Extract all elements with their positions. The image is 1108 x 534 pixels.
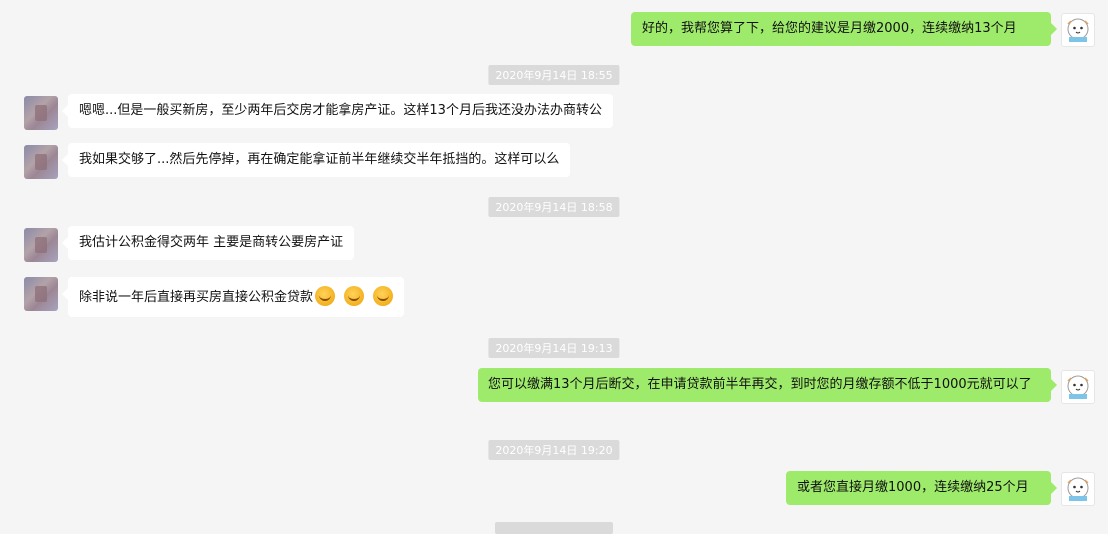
timestamp: 2020年9月14日 19:13 (488, 338, 620, 358)
message-text: 或者您直接月缴1000，连续缴纳25个月 (797, 480, 1029, 495)
contact-avatar[interactable] (24, 96, 58, 130)
message-bubble-sent[interactable]: 您可以缴满13个月后断交，在申请贷款前半年再交，到时您的月缴存额不低于1000元… (478, 368, 1057, 402)
my-avatar[interactable] (1061, 370, 1095, 404)
cartoon-avatar-icon (1067, 18, 1089, 42)
facepalm-laugh-emoji (344, 286, 365, 306)
timestamp: 2020年9月14日 18:55 (488, 65, 620, 85)
message-text: 好的，我帮您算了下，给您的建议是月缴2000，连续缴纳13个月 (642, 21, 1017, 36)
timestamp-partial (495, 522, 613, 534)
facepalm-laugh-emoji (315, 286, 336, 306)
contact-avatar[interactable] (24, 277, 58, 311)
message-bubble-sent[interactable]: 或者您直接月缴1000，连续缴纳25个月 (786, 471, 1057, 505)
cartoon-avatar-icon (1067, 375, 1089, 399)
message-text: 我如果交够了...然后先停掉，再在确定能拿证前半年继续交半年抵挡的。这样可以么 (79, 152, 560, 167)
contact-avatar[interactable] (24, 145, 58, 179)
message-bubble-received[interactable]: 我估计公积金得交两年 主要是商转公要房产证 (61, 226, 355, 260)
cartoon-avatar-icon (1067, 477, 1089, 501)
chat-message-area[interactable]: 好的，我帮您算了下，给您的建议是月缴2000，连续缴纳13个月 2020年9月1… (0, 0, 1108, 534)
timestamp: 2020年9月14日 18:58 (488, 197, 620, 217)
my-avatar[interactable] (1061, 13, 1095, 47)
message-text: 您可以缴满13个月后断交，在申请贷款前半年再交，到时您的月缴存额不低于1000元… (488, 377, 1032, 392)
facepalm-laugh-emoji (373, 286, 394, 306)
contact-avatar[interactable] (24, 228, 58, 262)
timestamp: 2020年9月14日 19:20 (488, 440, 620, 460)
message-text: 嗯嗯...但是一般买新房，至少两年后交房才能拿房产证。这样13个月后我还没办法办… (79, 103, 602, 118)
message-bubble-sent[interactable]: 好的，我帮您算了下，给您的建议是月缴2000，连续缴纳13个月 (631, 12, 1057, 46)
message-bubble-received[interactable]: 除非说一年后直接再买房直接公积金贷款 (61, 277, 405, 317)
message-bubble-received[interactable]: 嗯嗯...但是一般买新房，至少两年后交房才能拿房产证。这样13个月后我还没办法办… (62, 94, 613, 128)
message-text: 我估计公积金得交两年 主要是商转公要房产证 (79, 235, 344, 250)
my-avatar[interactable] (1061, 472, 1095, 506)
message-bubble-received[interactable]: 我如果交够了...然后先停掉，再在确定能拿证前半年继续交半年抵挡的。这样可以么 (61, 143, 571, 177)
message-text: 除非说一年后直接再买房直接公积金贷款 (79, 290, 314, 305)
